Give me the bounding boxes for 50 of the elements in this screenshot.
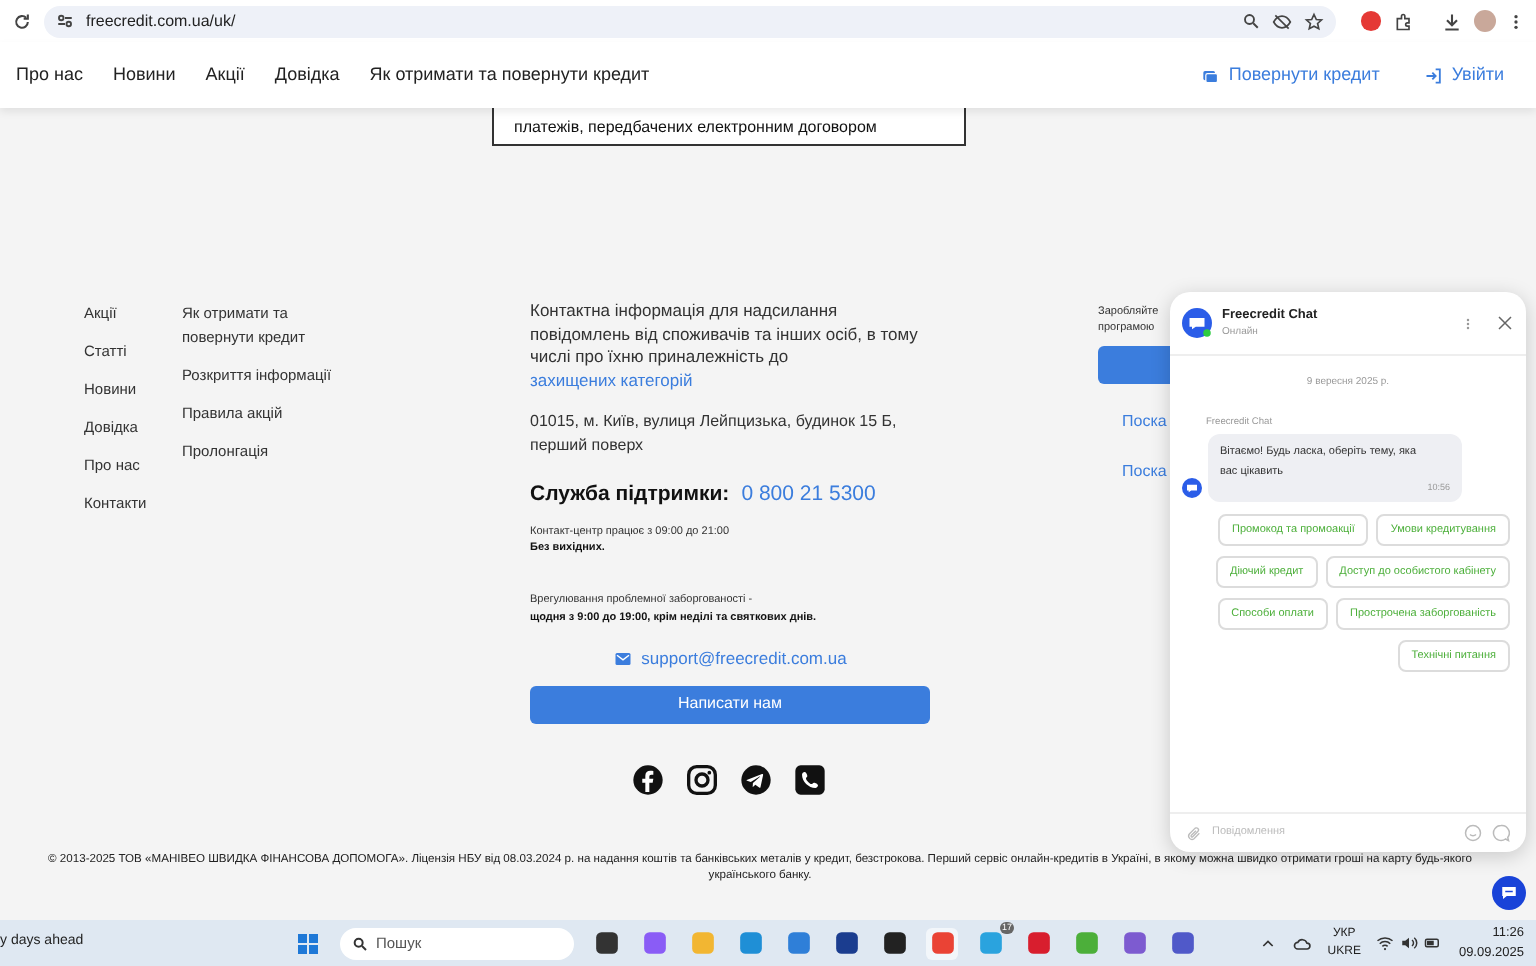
repay-link[interactable]: Повернути кредит: [1200, 61, 1380, 89]
nav-link[interactable]: Про нас: [16, 61, 83, 89]
address-text: 01015, м. Київ, вулиця Лейпцизька, будинок 15 Б, перший поверх: [530, 410, 899, 456]
download-icon[interactable]: [1442, 11, 1462, 31]
app-icon[interactable]: [881, 930, 907, 956]
chat-launcher-button[interactable]: [1492, 876, 1526, 910]
login-icon: [1423, 65, 1444, 85]
email-link[interactable]: support@freecredit.com.ua: [641, 645, 847, 671]
nav-link[interactable]: Довідка: [274, 61, 340, 89]
windows-logo-icon[interactable]: [296, 931, 320, 955]
star-icon[interactable]: [1304, 11, 1324, 31]
write-us-button[interactable]: Написати нам: [530, 685, 930, 723]
nav-link[interactable]: Акції: [205, 61, 245, 89]
eye-slash-icon[interactable]: [1272, 11, 1292, 31]
mail-icon: [613, 649, 632, 668]
puzzle-icon[interactable]: [1394, 11, 1414, 31]
app-icon[interactable]: [833, 930, 859, 956]
chevron-up-icon[interactable]: [1259, 935, 1276, 951]
nav-link[interactable]: Як отримати та повернути кредит: [369, 61, 650, 89]
close-icon[interactable]: [1496, 314, 1514, 332]
reload-icon[interactable]: [12, 11, 32, 31]
facebook-icon[interactable]: [632, 764, 664, 796]
support-label: Служба підтримки:: [530, 480, 730, 510]
instagram-icon[interactable]: [686, 764, 718, 796]
footer-link[interactable]: Поска: [1122, 409, 1170, 433]
paperclip-icon[interactable]: [1186, 825, 1202, 841]
cloud-icon[interactable]: [1291, 933, 1312, 953]
app-icon[interactable]: [593, 930, 619, 956]
card-icon: [1200, 65, 1221, 85]
telegram-icon[interactable]: [740, 764, 772, 796]
bot-avatar-icon: [1182, 478, 1202, 499]
footer-link[interactable]: Поска: [1122, 459, 1170, 483]
chat-icon: [1500, 884, 1518, 902]
protected-categories-link[interactable]: захищених категорій: [530, 369, 693, 389]
more-icon[interactable]: [1508, 11, 1524, 31]
contact-info-text: Контактна інформація для надсилання повідомлень від споживачів та інших осіб, в тому числі про їхню приналежність до захищених категорій: [530, 300, 920, 392]
url-text: freecredit.com.ua/uk/: [86, 9, 236, 33]
site-settings-icon: [56, 12, 74, 30]
search-icon: [352, 935, 368, 951]
wifi-icon[interactable]: [1376, 934, 1395, 952]
phone-link[interactable]: 0 800 21 5300: [741, 480, 876, 512]
document-text: платежів, передбачених електронним договором: [514, 116, 877, 140]
battery-icon[interactable]: [1424, 934, 1443, 952]
speaker-icon[interactable]: [1400, 934, 1419, 952]
login-link[interactable]: Увійти: [1423, 61, 1504, 89]
address-bar[interactable]: freecredit.com.ua/uk/: [44, 5, 1336, 37]
zoom-icon[interactable]: [1242, 12, 1260, 30]
chat-bubble-icon: [1182, 308, 1212, 338]
nav-link[interactable]: Новини: [112, 61, 176, 89]
viber-icon[interactable]: [794, 764, 826, 796]
